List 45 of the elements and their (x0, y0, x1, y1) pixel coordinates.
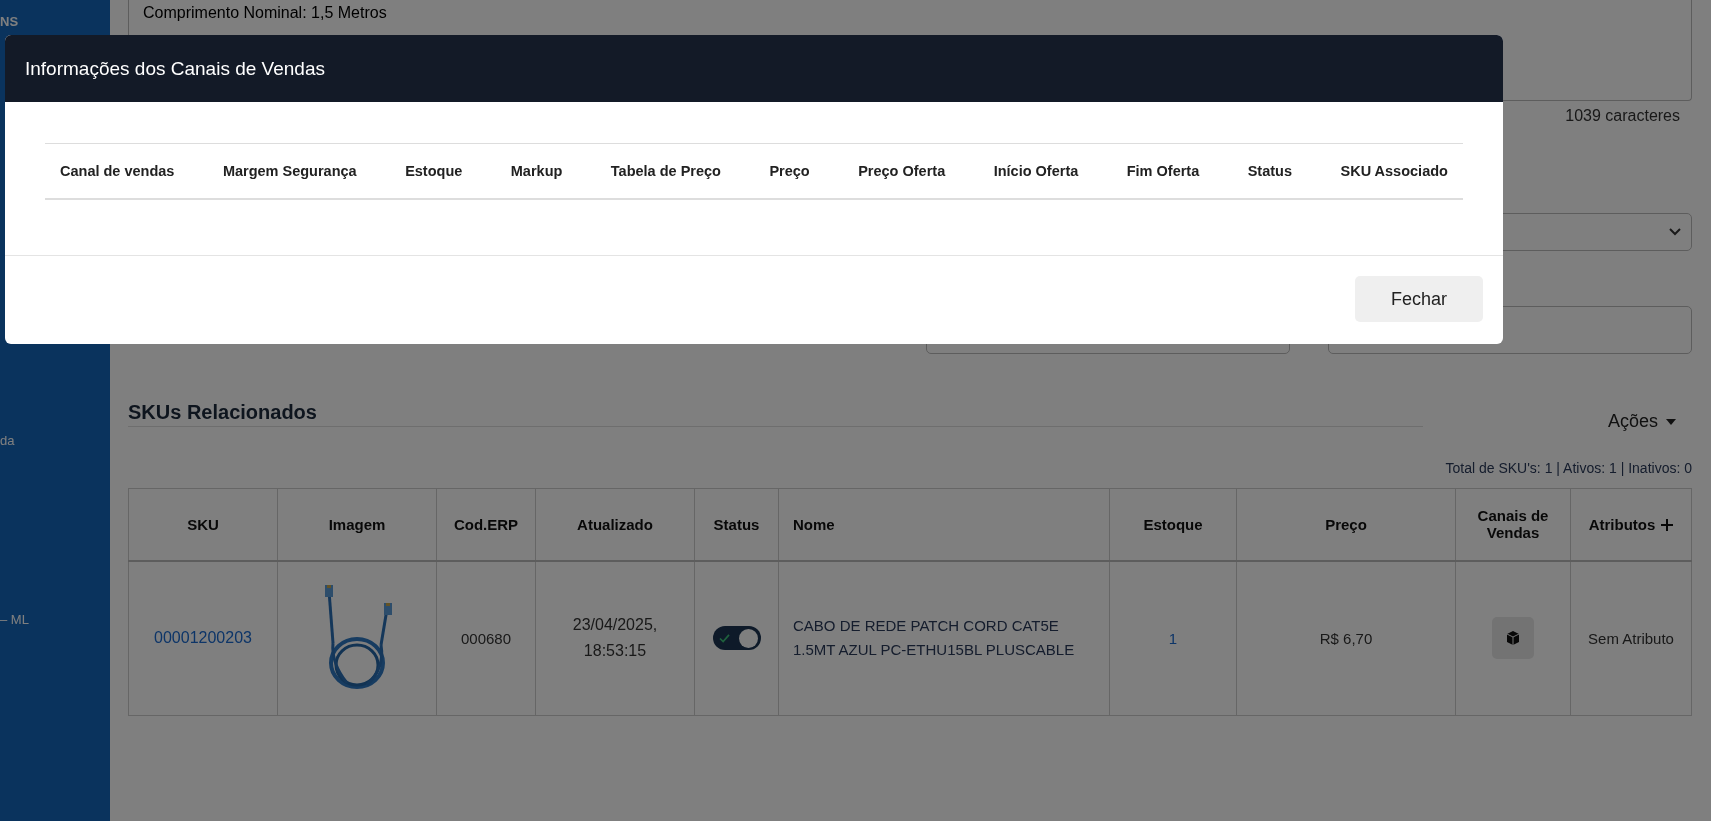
chevron-icon (1669, 228, 1681, 236)
stock-link[interactable]: 1 (1168, 629, 1178, 647)
sidebar-item[interactable]: da (0, 433, 15, 448)
check-icon (718, 633, 730, 643)
sku-summary: Total de SKU's: 1 | Ativos: 1 | Inativos: 0 (1445, 460, 1692, 476)
attributes-value: Sem Atributo (1588, 629, 1674, 647)
column-header: Canais de Vendas (1477, 507, 1549, 542)
sidebar-item[interactable]: NS (0, 14, 19, 29)
sidebar-item[interactable]: – ML (0, 612, 29, 627)
column-header: Status (713, 515, 760, 533)
close-button[interactable]: Fechar (1355, 276, 1483, 322)
column-header: Preço (769, 163, 810, 179)
column-header: Início Oferta (993, 163, 1079, 179)
cube-icon (1505, 630, 1521, 647)
character-count: 1039 caracteres (1565, 107, 1680, 125)
sales-channels-button[interactable] (1492, 617, 1534, 660)
sku-link[interactable]: 00001200203 (154, 629, 252, 647)
column-header: Imagem (328, 515, 386, 533)
section-title: SKUs Relacionados (128, 400, 1423, 427)
column-header: Atualizado (577, 515, 653, 533)
column-header: Preço Oferta (858, 163, 946, 179)
column-header: Cod.ERP (453, 515, 519, 533)
column-header: Estoque (1143, 515, 1203, 533)
description-line: Comprimento Nominal: 1,5 Metros (143, 3, 388, 23)
column-header: Margem Segurança (222, 163, 357, 179)
column-header: SKU Associado (1340, 163, 1448, 179)
product-name: CABO DE REDE PATCH CORD CAT5E 1.5MT AZUL PC-ETHU15BL PLUSCABLE (793, 616, 1076, 661)
actions-menu[interactable]: Ações (1601, 407, 1682, 436)
column-header: Tabela de Preço (610, 163, 721, 179)
column-header: Nome (793, 515, 835, 533)
caret-icon (1666, 418, 1676, 425)
erp-code: 000680 (460, 629, 512, 647)
column-header: Canal de vendas (60, 163, 175, 179)
column-header: Atributos (1588, 515, 1656, 533)
modal-title: Informações dos Canais de Vendas (25, 57, 325, 80)
column-header: SKU (187, 515, 219, 533)
column-header: Estoque (405, 163, 463, 179)
column-header: Status (1247, 163, 1293, 179)
plus-icon[interactable] (1661, 518, 1674, 531)
column-header: Fim Oferta (1126, 163, 1200, 179)
column-header: Preço (1325, 515, 1367, 533)
updated-date: 23/04/2025, 18:53:15 (571, 615, 659, 662)
status-toggle[interactable] (712, 626, 761, 651)
column-header: Markup (510, 163, 563, 179)
price: R$ 6,70 (1319, 629, 1373, 647)
